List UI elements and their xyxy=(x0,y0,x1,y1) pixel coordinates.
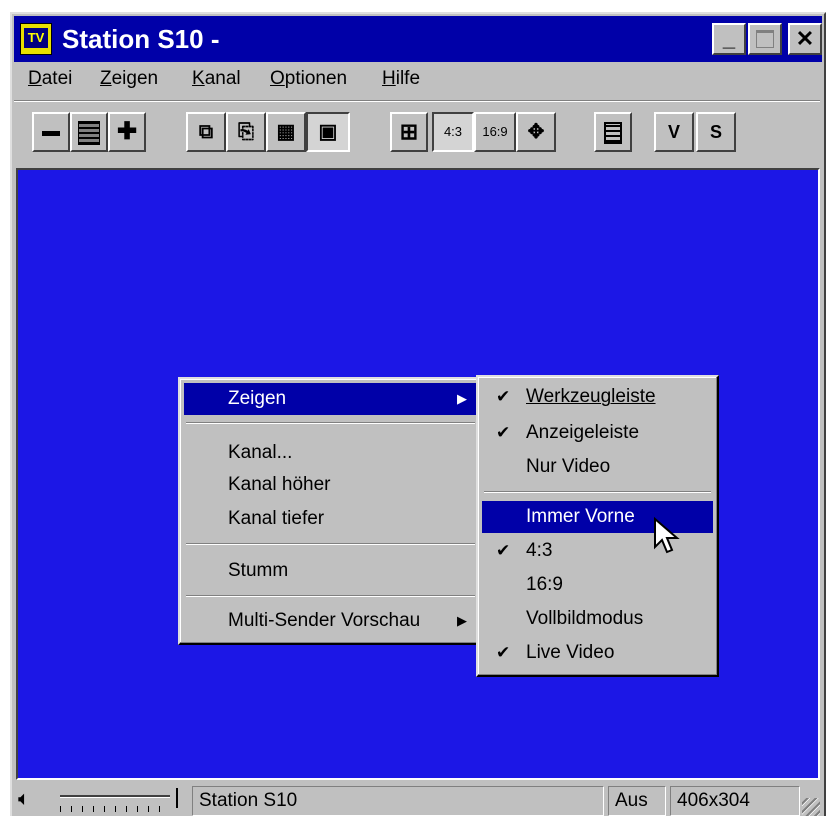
ctx-zeigen[interactable]: Zeigen ▶ xyxy=(184,383,477,415)
plus-icon: ✚ xyxy=(116,118,138,145)
sub-werkzeugleiste[interactable]: ✔ Werkzeugleiste xyxy=(482,381,713,413)
menu-kanal-rest: anal xyxy=(204,68,241,89)
sub-ratio-16-9[interactable]: 16:9 xyxy=(482,569,713,601)
v-button[interactable]: V xyxy=(654,112,694,152)
tv-app-icon[interactable]: TV xyxy=(20,23,52,55)
status-resolution: 406x304 xyxy=(670,786,800,816)
ctx-separator xyxy=(186,543,475,545)
maximize-icon xyxy=(756,30,774,48)
teletext-button[interactable] xyxy=(594,112,632,152)
overlapping-windows-icon: ⧉ xyxy=(198,121,214,143)
status-bar: 🔈︎ Station S10 Aus 406x304 xyxy=(14,784,822,818)
monitor-icon: ▣ xyxy=(318,121,338,143)
menu-datei[interactable]: Datei xyxy=(28,68,72,90)
maximize-button[interactable] xyxy=(748,23,782,55)
list-icon xyxy=(604,122,622,145)
sub-werkzeugleiste-label: Werkzeugleiste xyxy=(526,386,656,407)
ctx-separator xyxy=(186,422,475,424)
ratio-4-3-button[interactable]: 4:3 xyxy=(432,112,474,152)
channel-minus-button[interactable] xyxy=(32,112,70,152)
volume-ticks xyxy=(60,806,170,812)
multi-preview-button[interactable]: ▦ xyxy=(266,112,306,152)
menu-zeigen[interactable]: Zeigen xyxy=(100,68,158,90)
app-icon-text: TV xyxy=(24,28,48,48)
sub-ratio-4-3-label: 4:3 xyxy=(526,540,553,561)
resize-grip-icon[interactable] xyxy=(802,798,820,816)
check-icon: ✔ xyxy=(496,541,511,560)
menu-hilfe[interactable]: Hilfe xyxy=(382,68,420,90)
menu-bar: Datei Zeigen Kanal Optionen Hilfe xyxy=(14,64,822,98)
sub-immer-vorne-label: Immer Vorne xyxy=(526,506,635,527)
menu-kanal[interactable]: Kanal xyxy=(192,68,241,90)
check-icon: ✔ xyxy=(496,387,511,406)
film-strip-icon: ▦ xyxy=(276,121,296,143)
ctx-multi-label: Multi-Sender Vorschau xyxy=(228,610,421,631)
status-station: Station S10 xyxy=(192,786,604,816)
submenu-arrow-icon: ▶ xyxy=(457,613,467,628)
move-arrows-icon: ✥ xyxy=(527,121,545,143)
ctx-zeigen-label: Zeigen xyxy=(228,388,287,409)
sub-live-video[interactable]: ✔ Live Video xyxy=(482,637,713,669)
menu-datei-rest: atei xyxy=(41,68,73,89)
keypad-icon xyxy=(78,121,100,146)
ctx-kanal[interactable]: Kanal... xyxy=(184,437,477,469)
grid-icon: ⊞ xyxy=(399,119,419,144)
menu-zeigen-rest: eigen xyxy=(111,68,159,89)
mouse-cursor-icon xyxy=(654,517,680,554)
copy-button[interactable]: ⎘ xyxy=(226,112,266,152)
ctx-separator xyxy=(186,595,475,597)
s-button[interactable]: S xyxy=(696,112,736,152)
menu-zeigen-accel: Z xyxy=(100,68,112,89)
volume-slider[interactable] xyxy=(54,788,184,814)
ctx-stumm[interactable]: Stumm xyxy=(184,555,477,587)
menu-optionen-rest: ptionen xyxy=(284,68,348,89)
window-move-button[interactable]: ⧉ xyxy=(186,112,226,152)
close-icon: ✕ xyxy=(795,26,815,51)
monitor-window-button[interactable]: ▣ xyxy=(306,112,350,152)
sub-vollbildmodus[interactable]: Vollbildmodus xyxy=(482,603,713,635)
copy-icon: ⎘ xyxy=(238,121,254,143)
menu-optionen-accel: O xyxy=(270,68,285,89)
status-mute: Aus xyxy=(608,786,666,816)
volume-track xyxy=(60,795,170,798)
channel-plus-button[interactable]: ✚ xyxy=(108,112,146,152)
close-button[interactable]: ✕ xyxy=(788,23,822,55)
ctx-multi-sender[interactable]: Multi-Sender Vorschau ▶ xyxy=(184,605,477,637)
check-icon: ✔ xyxy=(496,643,511,662)
sub-anzeigeleiste-label: Anzeigeleiste xyxy=(526,422,640,443)
menu-hilfe-rest: ilfe xyxy=(395,68,421,89)
sub-anzeigeleiste[interactable]: ✔ Anzeigeleiste xyxy=(482,417,713,449)
minimize-button[interactable]: _ xyxy=(712,23,746,55)
sub-separator xyxy=(484,491,711,493)
minus-icon xyxy=(42,130,60,136)
keypad-button[interactable] xyxy=(70,112,108,152)
grid-button[interactable]: ⊞ xyxy=(390,112,428,152)
menu-optionen[interactable]: Optionen xyxy=(270,68,347,90)
context-menu: Zeigen ▶ Kanal... Kanal höher Kanal tief… xyxy=(178,377,483,645)
check-icon: ✔ xyxy=(496,423,511,442)
submenu-arrow-icon: ▶ xyxy=(457,391,467,406)
speaker-icon[interactable]: 🔈︎ xyxy=(18,788,30,811)
menu-datei-accel: D xyxy=(28,68,42,89)
fullscreen-button[interactable]: ✥ xyxy=(516,112,556,152)
minimize-icon: _ xyxy=(722,26,736,51)
menu-hilfe-accel: H xyxy=(382,68,396,89)
ctx-kanal-tiefer[interactable]: Kanal tiefer xyxy=(184,503,477,535)
ctx-kanal-hoeher[interactable]: Kanal höher xyxy=(184,469,477,501)
title-bar[interactable]: TV Station S10 - _ ✕ xyxy=(14,16,822,62)
sub-live-video-label: Live Video xyxy=(526,642,615,663)
sub-nur-video[interactable]: Nur Video xyxy=(482,451,713,483)
ratio-16-9-button[interactable]: 16:9 xyxy=(474,112,516,152)
window-title: Station S10 - xyxy=(62,24,220,54)
toolbar: ✚ ⧉ ⎘ ▦ ▣ ⊞ 4:3 16:9 ✥ V S xyxy=(14,102,822,164)
volume-thumb[interactable] xyxy=(170,788,178,808)
menu-kanal-accel: K xyxy=(192,68,205,89)
